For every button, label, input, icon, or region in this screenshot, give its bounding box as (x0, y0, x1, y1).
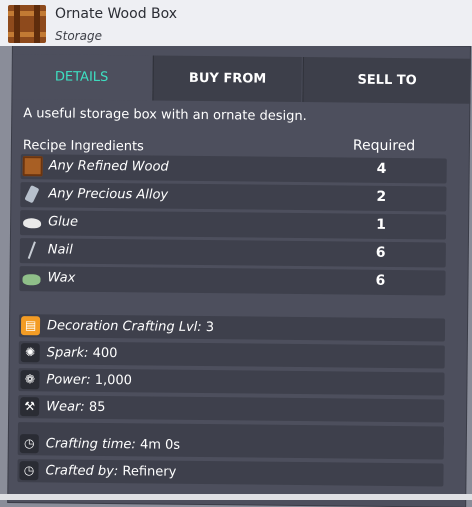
tab-buy-from[interactable]: BUY FROM (152, 55, 302, 103)
item-details-panel: DETAILS BUY FROM SELL TO A useful storag… (8, 42, 471, 507)
wear-row: ⚒ Wear: 85 (18, 395, 445, 423)
ornate-wood-box-icon (8, 5, 46, 43)
ingredient-name: Any Refined Wood (48, 158, 169, 175)
item-description: A useful storage box with an ornate desi… (23, 106, 307, 125)
spark-icon: ✺ (20, 343, 40, 363)
wrench-icon: ⚒ (20, 397, 40, 417)
spark-row: ✺ Spark: 400 (18, 341, 445, 369)
item-header: Ornate Wood Box Storage (0, 0, 472, 46)
clock-icon: ◷ (19, 461, 39, 481)
tab-bar: DETAILS BUY FROM SELL TO (12, 53, 471, 104)
ingredient-qty: 2 (376, 188, 387, 205)
power-label: Power: (46, 372, 91, 388)
crafted-by-row: ◷ Crafted by: Refinery (17, 459, 444, 487)
crafting-level-value: 3 (205, 320, 215, 336)
power-row: ❁ Power: 1,000 (18, 368, 445, 396)
ingredient-row[interactable]: Any Refined Wood 4 (20, 154, 447, 184)
ingredient-qty: 6 (375, 272, 386, 289)
ingredient-row[interactable]: Wax 6 (19, 266, 446, 296)
crafted-by-label: Crafted by: (45, 463, 119, 480)
wear-value: 85 (88, 399, 106, 415)
ingredient-name: Wax (47, 270, 76, 286)
ingredient-name: Nail (47, 242, 73, 258)
refined-wood-icon (22, 156, 43, 177)
nail-icon (22, 240, 42, 260)
ingredient-name: Glue (48, 214, 79, 230)
crafted-by-value: Refinery (122, 464, 177, 480)
bottom-strip (0, 494, 472, 500)
crafting-time-label: Crafting time: (45, 436, 136, 453)
tab-sell-to[interactable]: SELL TO (302, 57, 471, 104)
ingredient-row[interactable]: Any Precious Alloy 2 (20, 182, 447, 212)
crafting-info-list: ◷ Crafting time: 4m 0s ◷ Crafted by: Ref… (17, 432, 444, 490)
spark-label: Spark: (46, 345, 89, 361)
glue-icon (22, 212, 42, 232)
ingredient-qty: 1 (376, 216, 386, 233)
crafting-level-label: Decoration Crafting Lvl: (46, 318, 202, 335)
ingredient-name: Any Precious Alloy (48, 186, 169, 203)
crafting-time-value: 4m 0s (139, 437, 181, 453)
item-name: Ornate Wood Box (55, 6, 178, 22)
ingredient-qty: 6 (375, 244, 386, 261)
tab-details[interactable]: DETAILS (12, 53, 151, 101)
spark-value: 400 (92, 345, 118, 362)
power-icon: ❁ (20, 370, 40, 390)
ingredient-row[interactable]: Nail 6 (19, 238, 446, 268)
ingredient-qty: 4 (376, 160, 387, 177)
ingredient-row[interactable]: Glue 1 (19, 210, 447, 240)
wax-icon (21, 268, 41, 288)
crafting-time-row: ◷ Crafting time: 4m 0s (17, 432, 444, 460)
book-icon: ▤ (20, 316, 41, 336)
required-label: Required (352, 137, 416, 155)
ingredients-list: Any Refined Wood 4 Any Precious Alloy 2 … (19, 154, 447, 298)
crafting-level-row: ▤ Decoration Crafting Lvl: 3 (18, 314, 446, 342)
precious-alloy-icon (22, 184, 42, 204)
ingredients-label: Recipe Ingredients (22, 138, 144, 155)
item-category: Storage (55, 29, 102, 43)
power-value: 1,000 (94, 372, 133, 389)
wear-label: Wear: (46, 399, 85, 415)
clock-icon: ◷ (19, 434, 39, 454)
